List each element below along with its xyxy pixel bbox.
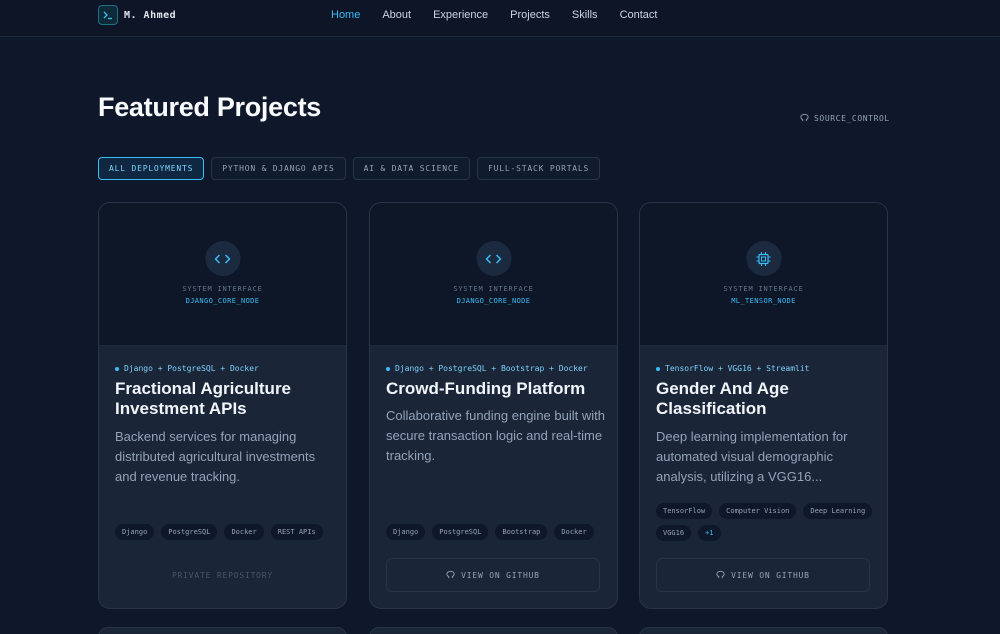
tag-list: TensorFlow Computer Vision Deep Learning…	[656, 503, 876, 541]
tech-stack: Django + PostgreSQL + Docker	[115, 364, 259, 373]
card-header: SYSTEM INTERFACE DJANGO_CORE_NODE	[99, 203, 346, 346]
node-label: DJANGO_CORE_NODE	[185, 297, 260, 305]
card-header: SYSTEM INTERFACE ML_TENSOR_NODE	[640, 203, 887, 346]
project-card-partial	[369, 627, 618, 634]
node-label: ML_TENSOR_NODE	[731, 297, 796, 305]
terminal-icon	[98, 5, 118, 25]
nav-home[interactable]: Home	[331, 9, 360, 21]
view-on-github-button[interactable]: VIEW ON GITHUB	[656, 558, 870, 592]
code-icon	[476, 241, 511, 276]
project-title: Crowd-Funding Platform	[386, 379, 586, 398]
tag: Docker	[554, 524, 594, 540]
tag: Docker	[224, 524, 264, 540]
tech-stack: TensorFlow + VGG16 + Streamlit	[656, 364, 810, 373]
nav-contact[interactable]: Contact	[620, 9, 658, 21]
project-description: Deep learning implementation for automat…	[656, 429, 848, 484]
tag: TensorFlow	[656, 503, 713, 519]
github-button-label: VIEW ON GITHUB	[731, 570, 810, 580]
tech-stack: Django + PostgreSQL + Bootstrap + Docker	[386, 364, 588, 373]
github-icon	[446, 570, 455, 581]
project-description: Backend services for managing distribute…	[115, 429, 316, 484]
project-card[interactable]: SYSTEM INTERFACE DJANGO_CORE_NODE Django…	[98, 202, 347, 609]
tag-list: Django PostgreSQL Bootstrap Docker	[386, 524, 606, 540]
page-title: Featured Projects	[98, 92, 321, 122]
brand-name: M. Ahmed	[124, 9, 177, 21]
project-card[interactable]: SYSTEM INTERFACE DJANGO_CORE_NODE Django…	[369, 202, 618, 609]
nav-skills[interactable]: Skills	[572, 9, 598, 21]
brand-logo[interactable]: M. Ahmed	[98, 5, 176, 25]
project-description: Collaborative funding engine built with …	[386, 408, 605, 463]
tag: Django	[386, 524, 426, 540]
node-label: DJANGO_CORE_NODE	[456, 297, 531, 305]
github-button-label: VIEW ON GITHUB	[461, 570, 540, 580]
filter-ai-data-science[interactable]: AI & DATA SCIENCE	[352, 157, 471, 180]
tag: Computer Vision	[719, 503, 797, 519]
project-card-partial	[98, 627, 347, 634]
nav-links: Home About Experience Projects Skills Co…	[331, 9, 679, 21]
view-on-github-button[interactable]: VIEW ON GITHUB	[386, 558, 600, 592]
filter-all-deployments[interactable]: ALL DEPLOYMENTS	[98, 157, 205, 180]
filter-full-stack[interactable]: FULL-STACK PORTALS	[477, 157, 601, 180]
nav-projects[interactable]: Projects	[510, 9, 550, 21]
tag: Django	[115, 524, 155, 540]
github-icon	[800, 113, 809, 124]
system-label: SYSTEM INTERFACE	[723, 285, 804, 293]
project-title: Fractional Agriculture Investment APIs	[115, 379, 292, 418]
tag: REST APIs	[270, 524, 323, 540]
cpu-icon	[746, 241, 781, 276]
private-repo-label: PRIVATE REPOSITORY	[171, 571, 274, 580]
project-title: Gender And Age Classification	[656, 379, 789, 418]
nav-experience[interactable]: Experience	[433, 9, 488, 21]
nav-about[interactable]: About	[382, 9, 411, 21]
tag: PostgreSQL	[161, 524, 218, 540]
github-icon	[716, 570, 725, 581]
system-label: SYSTEM INTERFACE	[453, 285, 534, 293]
project-card-partial	[639, 627, 888, 634]
tag: Deep Learning	[803, 503, 873, 519]
filter-python-django[interactable]: PYTHON & DJANGO APIS	[211, 157, 346, 180]
source-control-label: SOURCE_CONTROL	[814, 114, 890, 123]
code-icon	[205, 241, 240, 276]
tag: Bootstrap	[495, 524, 548, 540]
system-label: SYSTEM INTERFACE	[182, 285, 263, 293]
project-card[interactable]: SYSTEM INTERFACE ML_TENSOR_NODE TensorFl…	[639, 202, 888, 609]
tag-list: Django PostgreSQL Docker REST APIs	[115, 524, 335, 540]
card-header: SYSTEM INTERFACE DJANGO_CORE_NODE	[370, 203, 617, 346]
filter-tabs: ALL DEPLOYMENTS PYTHON & DJANGO APIS AI …	[98, 157, 601, 180]
top-navbar: M. Ahmed Home About Experience Projects …	[0, 0, 1000, 37]
more-tags-badge[interactable]: +1	[698, 525, 721, 541]
tag: VGG16	[656, 525, 692, 541]
source-control-link[interactable]: SOURCE_CONTROL	[800, 113, 890, 124]
tag: PostgreSQL	[432, 524, 489, 540]
